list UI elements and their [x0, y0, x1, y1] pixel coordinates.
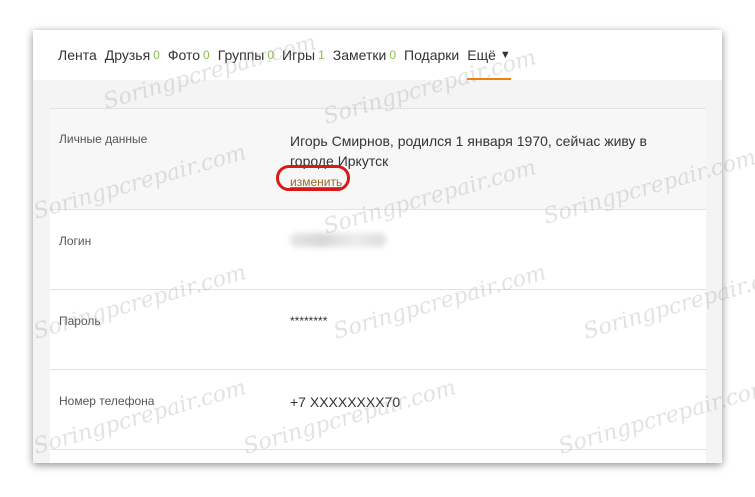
- nav-item-gifts[interactable]: Подарки: [404, 30, 459, 80]
- nav-item-feed[interactable]: Лента: [58, 30, 97, 80]
- dropdown-arrow-icon: ▼: [499, 49, 511, 61]
- settings-row-login[interactable]: Логин: [50, 210, 706, 290]
- phone-value: +7 XXXXXXXX70: [290, 394, 401, 410]
- nav-item-games[interactable]: Игры 1: [282, 30, 325, 80]
- phone-label: Номер телефона: [59, 394, 155, 408]
- profile-nav: Лента Друзья 0 Фото 0 Группы 0 Игры 1 За…: [33, 30, 722, 80]
- settings-section: Личные данные Игорь Смирнов, родился 1 я…: [50, 108, 706, 463]
- nav-item-notes[interactable]: Заметки 0: [333, 30, 396, 80]
- password-label: Пароль: [59, 314, 101, 328]
- personal-data-label: Личные данные: [59, 132, 148, 146]
- settings-row-phone[interactable]: Номер телефона +7 XXXXXXXX70: [50, 370, 706, 450]
- nav-item-more[interactable]: Ещё ▼: [467, 30, 511, 80]
- nav-item-photos[interactable]: Фото 0: [168, 30, 210, 80]
- password-value: ********: [290, 314, 328, 328]
- groups-count: 0: [267, 48, 275, 62]
- friends-count: 0: [153, 48, 160, 62]
- personal-data-value: Игорь Смирнов, родился 1 января 1970, се…: [276, 131, 680, 192]
- settings-row-password[interactable]: Пароль ********: [50, 290, 706, 370]
- blurred-login: [290, 233, 386, 247]
- login-value: [290, 232, 680, 252]
- settings-content: Личные данные Игорь Смирнов, родился 1 я…: [33, 80, 722, 463]
- settings-row-personal: Личные данные Игорь Смирнов, родился 1 я…: [50, 108, 706, 210]
- settings-card: Лента Друзья 0 Фото 0 Группы 0 Игры 1 За…: [33, 30, 722, 463]
- photos-count: 0: [203, 48, 210, 62]
- change-personal-data-link[interactable]: изменить: [276, 165, 350, 192]
- nav-item-groups[interactable]: Группы 0: [218, 30, 274, 80]
- personal-data-text: Игорь Смирнов, родился 1 января 1970, се…: [290, 133, 647, 169]
- games-count: 1: [318, 48, 325, 62]
- notes-count: 0: [389, 48, 396, 62]
- login-label: Логин: [59, 234, 92, 248]
- nav-item-friends[interactable]: Друзья 0: [105, 30, 160, 80]
